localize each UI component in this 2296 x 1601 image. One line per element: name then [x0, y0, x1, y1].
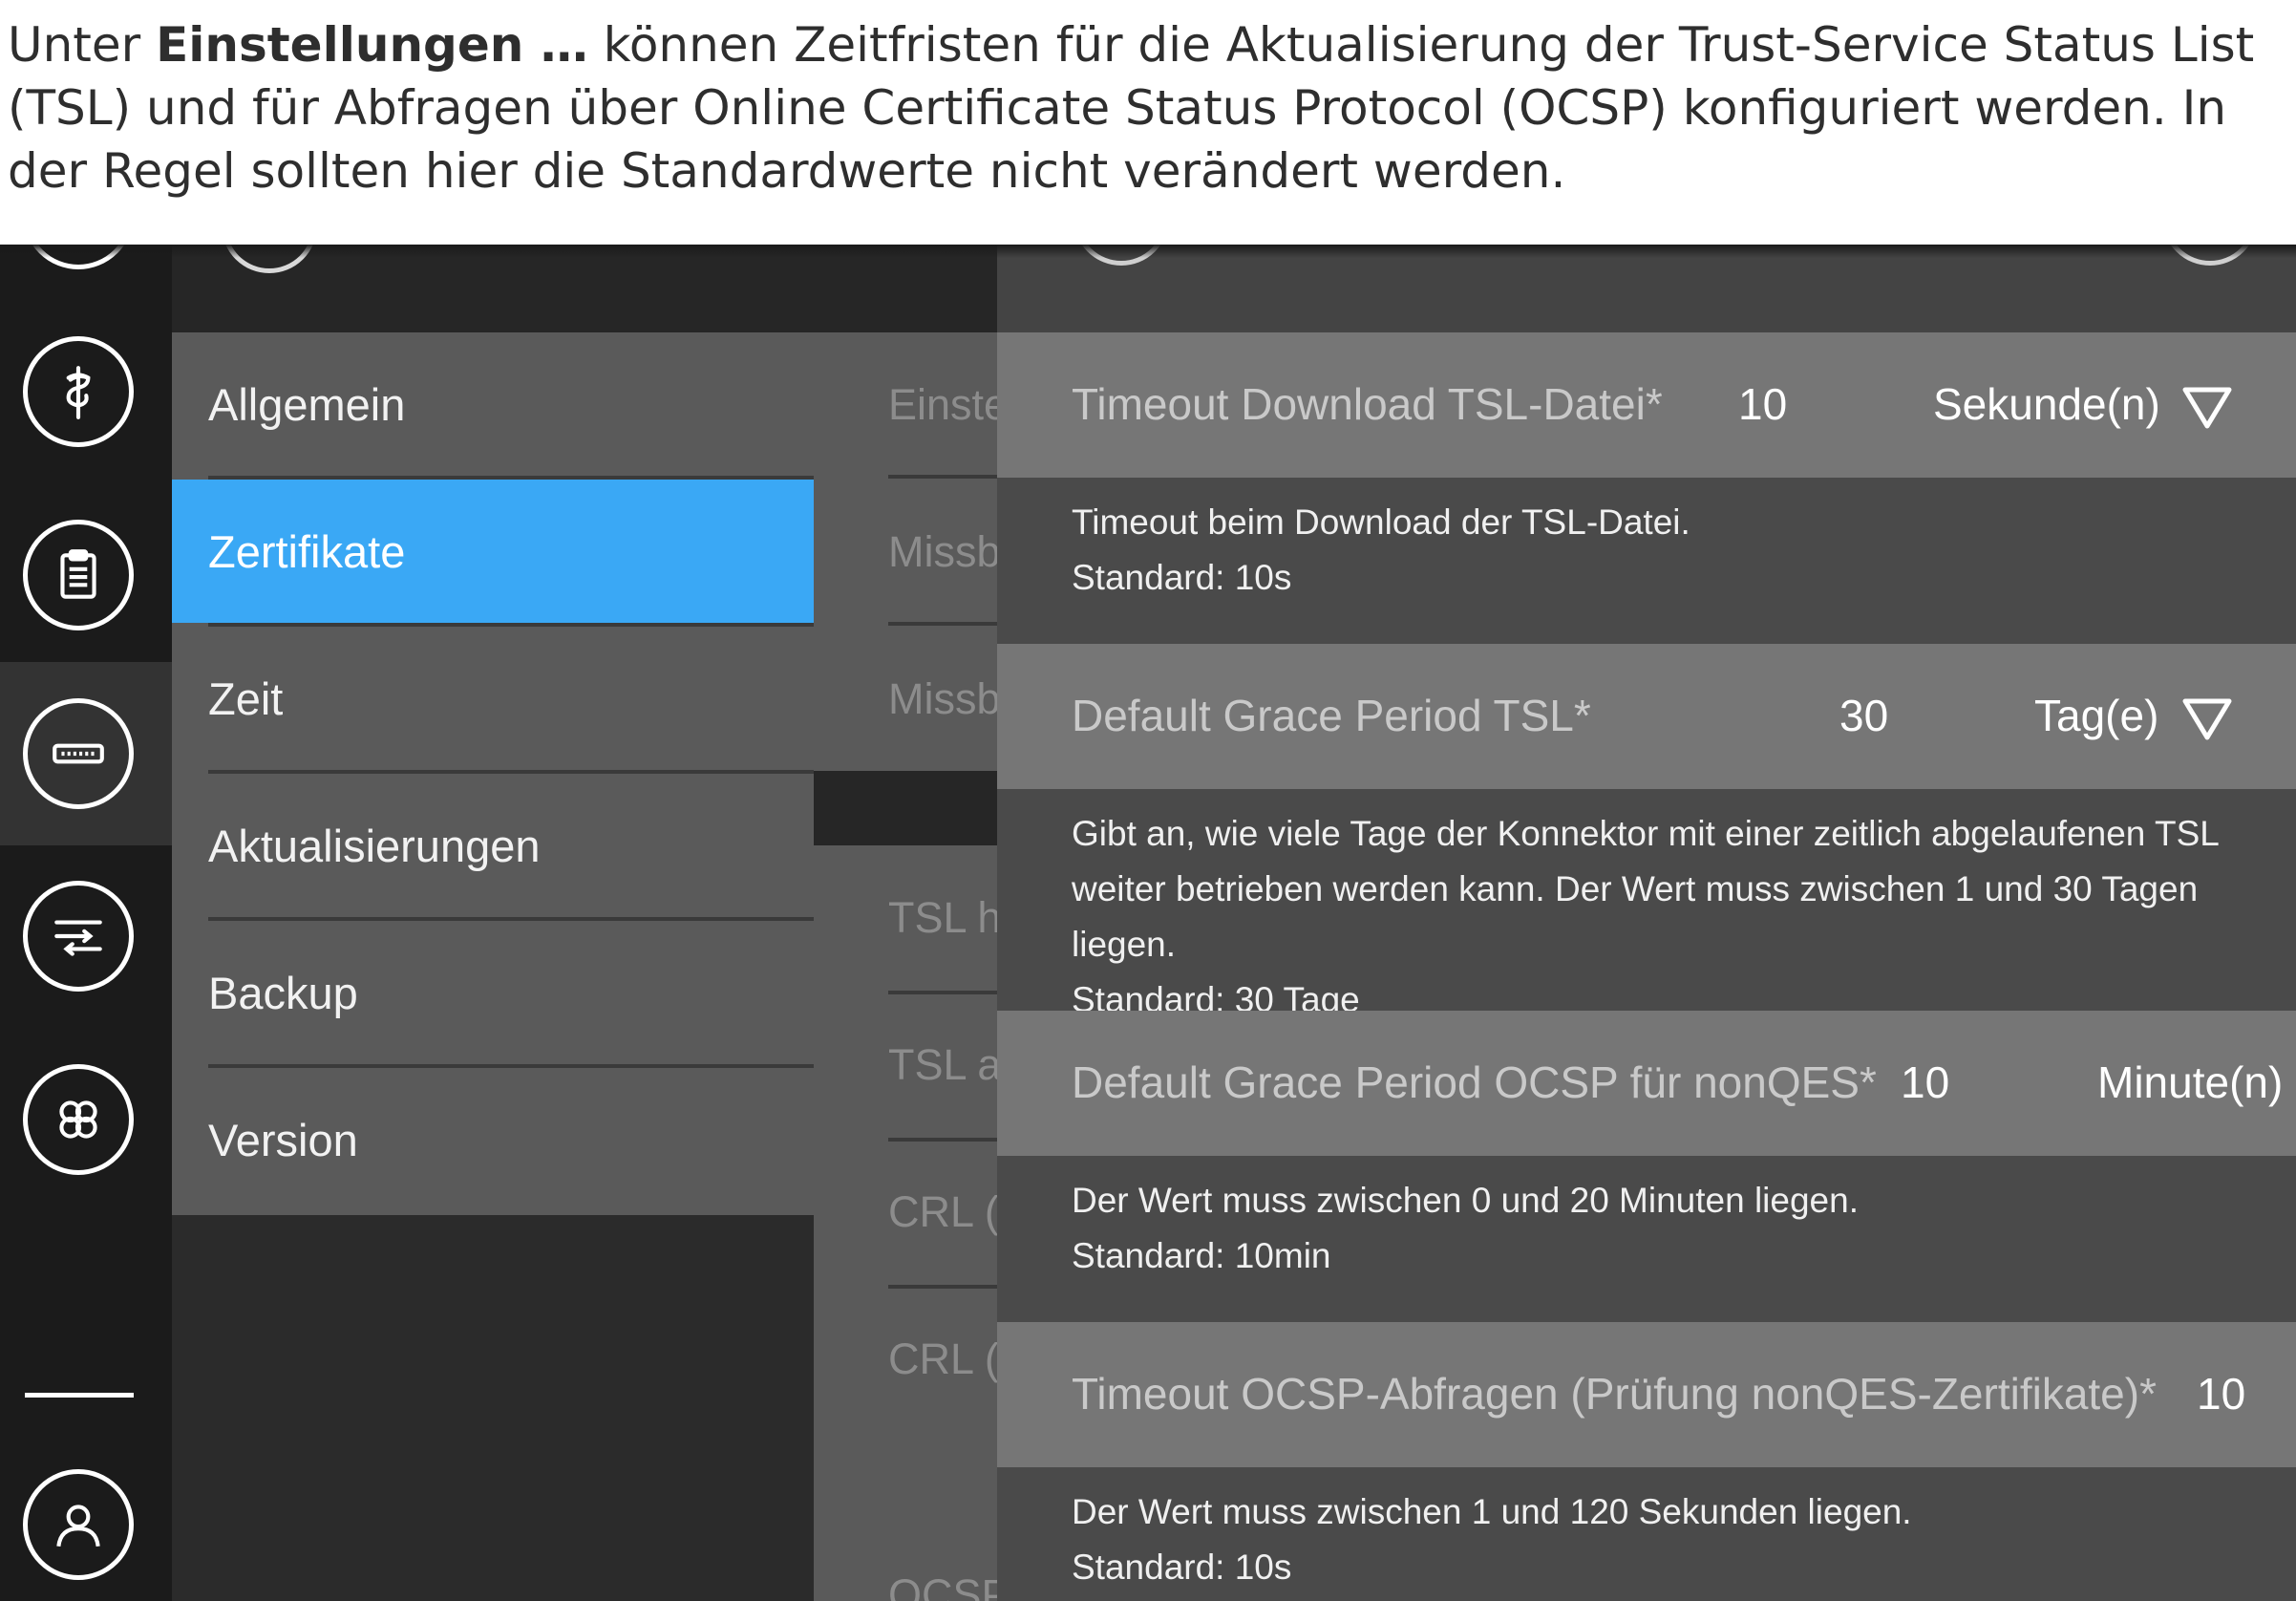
settings-list-item[interactable]: OCSP — [888, 1570, 997, 1601]
setting-label: Timeout Download TSL-Datei* — [1072, 379, 1663, 429]
description-line: Der Wert muss zwischen 0 und 20 Minuten … — [1072, 1181, 1859, 1220]
description-default: Standard: 10s — [1072, 1548, 1292, 1587]
dropdown-triangle-icon[interactable] — [2181, 386, 2233, 430]
settings-list-item[interactable]: CRL (Z — [888, 1187, 997, 1237]
settings-list-item[interactable]: Missb — [888, 674, 997, 724]
network-cluster-icon[interactable] — [23, 1064, 134, 1175]
settings-list-item[interactable]: CRL (Z — [888, 1334, 997, 1384]
setting-description: Gibt an, wie viele Tage der Konnektor mi… — [1072, 806, 2296, 1028]
menu-item-label: Allgemein — [208, 378, 406, 430]
settings-list-separator — [888, 475, 997, 479]
setting-description: Timeout beim Download der TSL-Datei. Sta… — [1072, 495, 1690, 606]
caption-text-start: Unter — [8, 17, 157, 73]
menu-item-version[interactable]: Version — [172, 1068, 814, 1211]
caduceus-icon[interactable] — [23, 336, 134, 447]
settings-list-item[interactable]: Einste — [888, 380, 997, 430]
setting-value-input[interactable]: 10 — [2197, 1368, 2245, 1420]
menu-item-label: Aktualisierungen — [208, 820, 541, 871]
settings-list-separator — [888, 1138, 997, 1142]
menu-item-label: Version — [208, 1114, 358, 1165]
setting-row-grace-period-tsl: Default Grace Period TSL* 30 Tag(e) — [997, 644, 2296, 789]
user-icon[interactable] — [23, 1469, 134, 1580]
icon-rail — [0, 245, 172, 1601]
setting-description: Der Wert muss zwischen 0 und 20 Minuten … — [1072, 1173, 1859, 1284]
menu-item-aktualisierungen[interactable]: Aktualisierungen — [172, 774, 814, 917]
setting-label: Timeout OCSP-Abfragen (Prüfung nonQES-Ze… — [1072, 1369, 2157, 1419]
clipboard-icon[interactable] — [23, 520, 134, 630]
switch-toggle-icon[interactable] — [23, 881, 134, 992]
setting-value-input[interactable]: 10 — [1901, 1057, 1949, 1108]
description-line: Gibt an, wie viele Tage der Konnektor mi… — [1072, 814, 2220, 853]
description-default: Standard: 10min — [1072, 1236, 1331, 1275]
settings-list-item[interactable]: TSL h — [888, 893, 997, 943]
certificate-settings-panel: Timeout Download TSL-Datei* 10 Sekunde(n… — [997, 245, 2296, 1601]
menu-list: Allgemein Zertifikate Zeit Aktualisierun… — [172, 332, 814, 1215]
setting-unit-select[interactable]: Tag(e) — [2034, 690, 2158, 741]
menu-item-zeit[interactable]: Zeit — [172, 627, 814, 770]
menu-item-label: Zertifikate — [208, 525, 406, 577]
setting-row-ocsp-timeout: Timeout OCSP-Abfragen (Prüfung nonQES-Ze… — [997, 1322, 2296, 1467]
setting-row-grace-period-ocsp: Default Grace Period OCSP für nonQES* 10… — [997, 1011, 2296, 1156]
settings-list-separator — [888, 1285, 997, 1289]
caption-bold-term: Einstellungen … — [156, 17, 588, 73]
intro-paragraph: Unter Einstellungen … können Zeitfristen… — [8, 13, 2290, 203]
settings-list-column: Einste Missb Missb TSL h TSL al CRL (Z C… — [814, 245, 997, 1601]
menu-item-zertifikate[interactable]: Zertifikate — [172, 480, 814, 623]
setting-row-tsl-download-timeout: Timeout Download TSL-Datei* 10 Sekunde(n… — [997, 332, 2296, 478]
settings-list-separator — [888, 991, 997, 994]
connector-device-icon[interactable] — [23, 698, 134, 809]
setting-value-input[interactable]: 10 — [1738, 378, 1787, 430]
setting-unit-select[interactable]: Sekunde(n) — [1933, 378, 2160, 430]
menu-item-label: Backup — [208, 967, 358, 1018]
menu-item-allgemein[interactable]: Allgemein — [172, 332, 814, 476]
settings-list-separator — [888, 622, 997, 626]
menu-item-label: Zeit — [208, 672, 284, 724]
rail-divider — [25, 1393, 134, 1398]
description-default: Standard: 10s — [1072, 558, 1292, 597]
setting-value-input[interactable]: 30 — [1839, 690, 1888, 741]
connector-ui-screenshot: Allgemein Zertifikate Zeit Aktualisierun… — [0, 245, 2296, 1601]
settings-menu: Allgemein Zertifikate Zeit Aktualisierun… — [172, 245, 814, 1601]
description-line: Timeout beim Download der TSL-Datei. — [1072, 502, 1690, 542]
setting-unit-select[interactable]: Minute(n) — [2097, 1057, 2283, 1108]
screenshot-top-shadow — [0, 245, 2296, 258]
menu-item-backup[interactable]: Backup — [172, 921, 814, 1064]
description-line: Der Wert muss zwischen 1 und 120 Sekunde… — [1072, 1492, 1912, 1531]
settings-list-item[interactable]: Missb — [888, 527, 997, 577]
dropdown-triangle-icon[interactable] — [2181, 697, 2233, 741]
settings-list-item[interactable]: TSL al — [888, 1040, 997, 1090]
description-line: weiter betrieben werden kann. Der Wert m… — [1072, 869, 2199, 964]
setting-label: Default Grace Period TSL* — [1072, 691, 1591, 740]
setting-description: Der Wert muss zwischen 1 und 120 Sekunde… — [1072, 1484, 1912, 1595]
setting-label: Default Grace Period OCSP für nonQES* — [1072, 1057, 1877, 1107]
